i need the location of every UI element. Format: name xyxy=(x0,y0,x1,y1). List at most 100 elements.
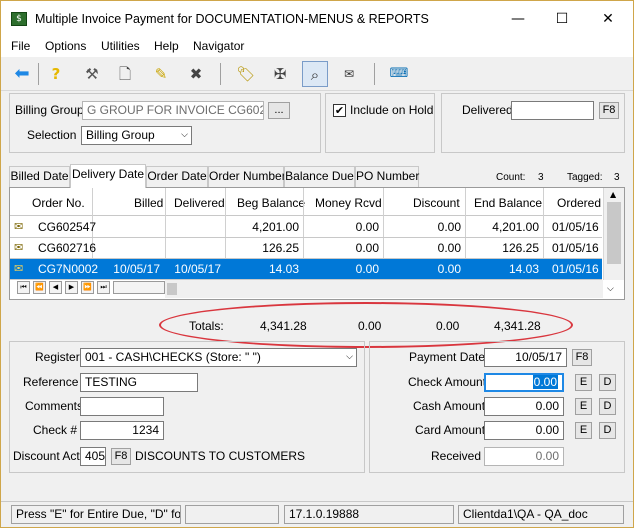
selection-dropdown[interactable]: Billing Group ⌵ xyxy=(81,126,192,145)
table-row-selected[interactable]: ✉ CG7N0002 10/05/17 10/05/17 14.03 0.00 … xyxy=(10,259,602,280)
reference-field[interactable]: TESTING xyxy=(80,373,198,392)
col-beg-balance[interactable]: Beg Balance xyxy=(237,196,305,210)
billing-group-browse-button[interactable]: ... xyxy=(268,102,290,119)
register-label: Register xyxy=(35,350,80,364)
search-magnifier-icon[interactable]: ⌕ xyxy=(302,61,328,87)
menu-file[interactable]: File xyxy=(11,39,30,53)
cash-amount-discount-button[interactable]: D xyxy=(599,398,616,415)
prev-record-icon[interactable]: ◀ xyxy=(49,281,62,294)
maximize-button[interactable]: ☐ xyxy=(539,1,585,37)
signpost-icon[interactable]: ✠ xyxy=(267,61,293,87)
tag-icon[interactable]: 🏷 xyxy=(233,61,259,87)
discount-act-field[interactable]: 405 xyxy=(80,447,106,466)
next-record-icon[interactable]: ▶ xyxy=(65,281,78,294)
card-amount-field[interactable]: 0.00 xyxy=(484,421,564,440)
check-amount-entire-button[interactable]: E xyxy=(575,374,592,391)
discount-act-description: DISCOUNTS TO CUSTOMERS xyxy=(135,449,306,463)
cell-beg-balance: 4,201.00 xyxy=(252,220,299,234)
delivered-date-field[interactable] xyxy=(511,101,594,120)
status-client: Clientda1\QA - QA_doc xyxy=(458,505,624,524)
check-amount-field[interactable]: 0.00 xyxy=(484,373,564,392)
menu-navigator[interactable]: Navigator xyxy=(193,39,244,53)
cell-money-rcvd: 0.00 xyxy=(355,262,379,276)
check-amount-label: Check Amount xyxy=(408,375,487,389)
register-dropdown[interactable]: 001 - CASH\CHECKS (Store: " ") ⌵ xyxy=(80,348,357,367)
payment-date-field[interactable]: 10/05/17 xyxy=(484,348,567,367)
help-question-icon[interactable]: ? xyxy=(43,61,69,87)
tab-billed-date[interactable]: Billed Date xyxy=(9,166,70,187)
col-ordered[interactable]: Ordered xyxy=(557,196,601,210)
check-amount-discount-button[interactable]: D xyxy=(599,374,616,391)
hscroll-thumb[interactable] xyxy=(167,283,177,295)
col-end-balance[interactable]: End Balance xyxy=(474,196,542,210)
include-on-hold-label: Include on Hold xyxy=(350,103,434,117)
menu-bar: File Options Utilities Help Navigator xyxy=(1,37,633,57)
register-value: 001 - CASH\CHECKS (Store: " ") xyxy=(85,350,261,364)
scroll-up-icon[interactable]: ▲ xyxy=(610,190,616,199)
received-field: 0.00 xyxy=(484,447,564,466)
close-button[interactable]: ✕ xyxy=(585,1,631,37)
col-order-no[interactable]: Order No. xyxy=(32,196,85,210)
last-record-icon[interactable]: ⏭ xyxy=(97,281,110,294)
new-document-icon[interactable]: 🗋 xyxy=(112,61,138,87)
table-row[interactable]: ✉ CG602547 4,201.00 0.00 0.00 4,201.00 0… xyxy=(10,217,602,238)
keyboard-icon[interactable]: ⌨ xyxy=(386,61,412,87)
chevron-down-icon[interactable]: ⌵ xyxy=(607,284,614,294)
status-version: 17.1.0.19888 xyxy=(284,505,454,524)
edit-document-icon[interactable]: ✎ xyxy=(148,61,174,87)
col-delivered[interactable]: Delivered xyxy=(174,196,225,210)
tab-po-number[interactable]: PO Number xyxy=(355,166,419,187)
window-title: Multiple Invoice Payment for DOCUMENTATI… xyxy=(35,12,429,26)
grid-vertical-scrollbar[interactable]: ▲ xyxy=(603,188,624,280)
tools-icon[interactable]: ⚒ xyxy=(79,61,105,87)
reference-label: Reference xyxy=(23,375,79,389)
tag-icon: ✉ xyxy=(14,221,24,233)
cell-order-no: CG7N0002 xyxy=(38,262,99,276)
col-billed[interactable]: Billed xyxy=(134,196,163,210)
menu-help[interactable]: Help xyxy=(154,39,179,53)
delivered-f8-button[interactable]: F8 xyxy=(599,102,619,119)
check-number-field[interactable]: 1234 xyxy=(80,421,164,440)
minimize-button[interactable]: — xyxy=(495,1,541,37)
tab-delivery-date[interactable]: Delivery Date xyxy=(70,164,146,188)
note-icon[interactable]: ✉ xyxy=(336,61,362,87)
col-discount[interactable]: Discount xyxy=(413,196,460,210)
tab-balance-due[interactable]: Balance Due xyxy=(284,166,355,187)
tab-order-number[interactable]: Order Number xyxy=(208,166,286,187)
menu-options[interactable]: Options xyxy=(45,39,86,53)
first-record-icon[interactable]: ⏮ xyxy=(17,281,30,294)
app-icon: $ xyxy=(11,12,27,26)
card-amount-discount-button[interactable]: D xyxy=(599,422,616,439)
selection-label: Selection xyxy=(27,128,77,142)
toolbar: ⬅ ? ⚒ 🗋 ✎ ✖ 🏷 ✠ ⌕ ✉ ⌨ xyxy=(1,57,633,91)
scroll-thumb[interactable] xyxy=(607,202,621,264)
next-page-icon[interactable]: ⏩ xyxy=(81,281,94,294)
include-on-hold-checkbox[interactable]: ✔ xyxy=(333,104,346,117)
cash-amount-entire-button[interactable]: E xyxy=(575,398,592,415)
cell-discount: 0.00 xyxy=(437,241,461,255)
grid-horizontal-scrollbar[interactable] xyxy=(165,280,603,298)
options-group-box xyxy=(325,93,435,153)
cell-discount: 0.00 xyxy=(437,220,461,234)
menu-utilities[interactable]: Utilities xyxy=(101,39,140,53)
selection-value: Billing Group xyxy=(86,128,155,142)
table-row[interactable]: ✉ CG602716 126.25 0.00 0.00 126.25 01/05… xyxy=(10,238,602,259)
comments-field[interactable] xyxy=(80,397,164,416)
payment-date-label: Payment Date xyxy=(409,350,486,364)
toolbar-separator xyxy=(38,63,39,85)
cell-order-no: CG602716 xyxy=(38,241,97,255)
back-arrow-icon[interactable]: ⬅ xyxy=(9,61,35,87)
col-money-rcvd[interactable]: Money Rcvd xyxy=(315,196,382,210)
cell-money-rcvd: 0.00 xyxy=(355,220,379,234)
payment-date-f8-button[interactable]: F8 xyxy=(572,349,592,366)
discount-act-f8-button[interactable]: F8 xyxy=(111,448,131,465)
cash-amount-field[interactable]: 0.00 xyxy=(484,397,564,416)
tagged-label: Tagged: xyxy=(567,172,603,183)
prev-page-icon[interactable]: ⏪ xyxy=(33,281,46,294)
card-amount-entire-button[interactable]: E xyxy=(575,422,592,439)
delete-document-icon[interactable]: ✖ xyxy=(183,61,209,87)
main-window: $ Multiple Invoice Payment for DOCUMENTA… xyxy=(0,0,634,528)
tab-order-date[interactable]: Order Date xyxy=(146,166,208,187)
billing-group-field[interactable]: G GROUP FOR INVOICE CG602578 xyxy=(82,101,264,120)
total-discount: 0.00 xyxy=(436,319,460,333)
